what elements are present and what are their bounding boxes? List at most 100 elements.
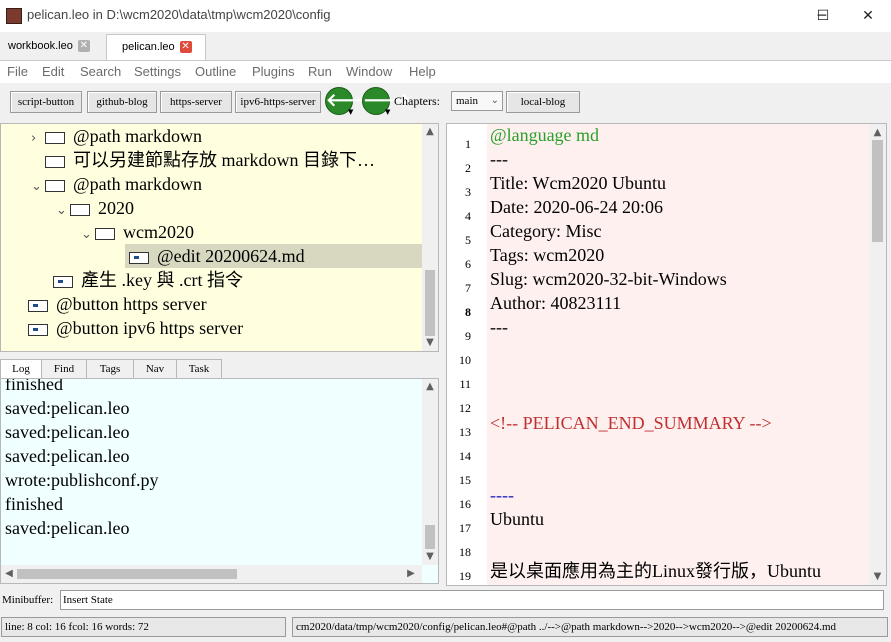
outline-node[interactable]: 可以另建節點存放 markdown 目錄下…: [31, 148, 375, 172]
line-number: 16: [459, 497, 471, 511]
tab-task[interactable]: Task: [176, 359, 222, 378]
outline-pane[interactable]: › @path markdown 可以另建節點存放 markdown 目錄下… ⌄…: [0, 123, 439, 352]
menu-settings[interactable]: Settings: [134, 64, 181, 79]
tab-tags[interactable]: Tags: [86, 359, 134, 378]
line-number: 12: [459, 401, 471, 415]
body-line: Author: 40823111: [490, 293, 622, 313]
chapter-select-value: main: [456, 95, 478, 107]
chapters-label: Chapters:: [394, 94, 440, 108]
line-number: 7: [465, 281, 471, 295]
chevron-down-icon[interactable]: ⌄: [31, 175, 45, 199]
body-line: ---: [490, 149, 508, 169]
menu-help[interactable]: Help: [409, 64, 436, 79]
outline-node[interactable]: › @path markdown: [31, 124, 202, 148]
github-blog-button[interactable]: github-blog: [87, 91, 157, 113]
body-line: Slug: wcm2020-32-bit-Windows: [490, 269, 727, 289]
tab-workbook[interactable]: workbook.leo ✕: [0, 34, 106, 60]
close-tab-icon[interactable]: ✕: [77, 40, 90, 53]
menu-plugins[interactable]: Plugins: [252, 64, 295, 79]
scrollbar-thumb[interactable]: [425, 270, 435, 336]
body-line-directive: @language md: [490, 125, 600, 145]
chapter-select[interactable]: main ⌄: [451, 91, 503, 111]
clone-node-icon: [28, 323, 48, 336]
scroll-up-icon[interactable]: ▲: [869, 127, 886, 138]
line-number: 13: [459, 425, 471, 439]
scroll-left-icon[interactable]: ◀: [3, 568, 15, 579]
body-line-rule: ----: [490, 485, 514, 505]
outline-node[interactable]: ⌄ @path markdown: [31, 172, 202, 196]
chevron-down-icon[interactable]: ⌄: [56, 199, 70, 223]
log-vertical-scrollbar[interactable]: ▲ ▼: [422, 379, 438, 565]
outline-node[interactable]: @button https server: [28, 292, 207, 316]
tab-nav[interactable]: Nav: [133, 359, 177, 378]
body-line: 是以桌面應用為主的Linux發行版，Ubuntu: [490, 561, 821, 581]
scroll-down-icon[interactable]: ▼: [869, 571, 886, 582]
leo-app-icon: [6, 8, 22, 24]
window-title: pelican.leo in D:\wcm2020\data\tmp\wcm20…: [27, 7, 331, 22]
line-number: 19: [459, 569, 471, 583]
forward-dropdown-icon[interactable]: ▼: [385, 108, 390, 116]
outline-scrollbar[interactable]: ▲ ▼: [422, 124, 438, 351]
local-blog-button[interactable]: local-blog: [506, 91, 580, 113]
line-number-current: 8: [465, 305, 471, 319]
line-number: 15: [459, 473, 471, 487]
script-button[interactable]: script-button: [10, 91, 82, 113]
menu-window[interactable]: Window: [346, 64, 392, 79]
line-number: 14: [459, 449, 471, 463]
back-dropdown-icon[interactable]: ▼: [348, 108, 353, 116]
scroll-down-icon[interactable]: ▼: [422, 337, 438, 348]
scrollbar-thumb[interactable]: [872, 140, 883, 242]
node-label: 產生 .key 與 .crt 指令: [81, 270, 243, 290]
menu-run[interactable]: Run: [308, 64, 332, 79]
scrollbar-thumb[interactable]: [17, 569, 237, 579]
line-number: 18: [459, 545, 471, 559]
scroll-right-icon[interactable]: ▶: [405, 568, 417, 579]
https-server-button[interactable]: https-server: [160, 91, 232, 113]
close-tab-icon[interactable]: ✕: [179, 41, 192, 54]
log-line: saved:pelican.leo: [5, 422, 130, 442]
scroll-up-icon[interactable]: ▲: [422, 126, 438, 137]
log-horizontal-scrollbar[interactable]: ◀ ▶: [1, 565, 422, 583]
tab-log[interactable]: Log: [0, 359, 42, 378]
body-scrollbar[interactable]: ▲ ▼: [869, 124, 886, 585]
line-number: 6: [465, 257, 471, 271]
scrollbar-thumb[interactable]: [425, 525, 435, 549]
scroll-down-icon[interactable]: ▼: [422, 551, 438, 562]
ipv6-https-server-button[interactable]: ipv6-https-server: [235, 91, 321, 113]
node-label: @edit 20200624.md: [157, 246, 305, 266]
line-number: 11: [459, 377, 471, 391]
log-pane[interactable]: finished saved:pelican.leo saved:pelican…: [0, 378, 439, 584]
menu-outline[interactable]: Outline: [195, 64, 236, 79]
body-line: Date: 2020-06-24 20:06: [490, 197, 663, 217]
outline-node[interactable]: @button ipv6 https server: [28, 316, 243, 340]
clone-node-icon: [28, 299, 48, 312]
minibuffer-input[interactable]: Insert State: [60, 590, 884, 610]
tab-label: workbook.leo: [8, 40, 73, 52]
menu-edit[interactable]: Edit: [42, 64, 64, 79]
outline-node[interactable]: ⌄ 2020: [56, 196, 134, 220]
outline-node[interactable]: 產生 .key 與 .crt 指令: [53, 268, 243, 292]
tab-find[interactable]: Find: [41, 359, 87, 378]
close-window-icon[interactable]: ✕: [845, 0, 891, 32]
node-label: wcm2020: [123, 222, 194, 242]
log-line: saved:pelican.leo: [5, 518, 130, 538]
maximize-icon[interactable]: ☐: [800, 0, 846, 32]
chevron-down-icon: ⌄: [490, 95, 499, 106]
tab-pelican[interactable]: pelican.leo ✕: [106, 34, 206, 60]
line-number: 1: [465, 137, 471, 151]
node-icon: [45, 179, 65, 192]
chevron-down-icon[interactable]: ⌄: [81, 223, 95, 247]
menu-file[interactable]: File: [7, 64, 28, 79]
log-line: wrote:publishconf.py: [5, 470, 159, 490]
log-line: saved:pelican.leo: [5, 398, 130, 418]
menu-search[interactable]: Search: [80, 64, 121, 79]
body-line: Title: Wcm2020 Ubuntu: [490, 173, 667, 193]
minibuffer-label: Minibuffer:: [2, 594, 54, 606]
scroll-up-icon[interactable]: ▲: [422, 381, 438, 392]
node-icon: [70, 203, 90, 216]
node-label: @button https server: [56, 294, 207, 314]
line-number: 10: [459, 353, 471, 367]
clone-node-icon: [129, 251, 149, 264]
outline-node-selected[interactable]: @edit 20200624.md: [125, 244, 422, 268]
outline-node[interactable]: ⌄ wcm2020: [81, 220, 194, 244]
